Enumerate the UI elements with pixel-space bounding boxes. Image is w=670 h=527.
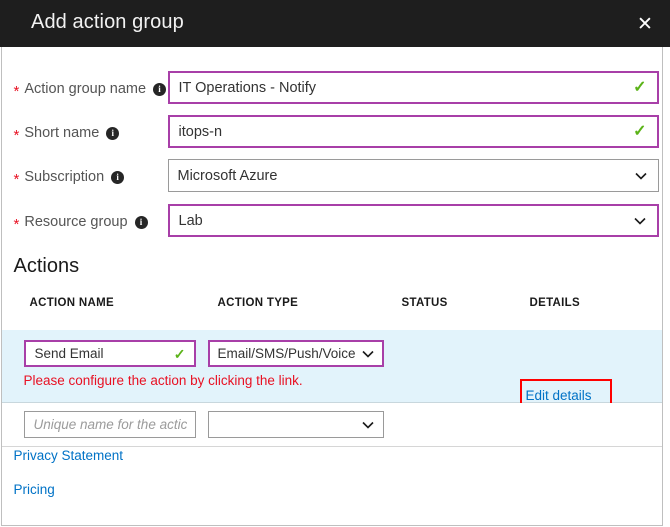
select-value: Email/SMS/Push/Voice: [210, 346, 356, 361]
field-label-text: Subscription: [24, 169, 104, 185]
input-placeholder: Unique name for the actic: [25, 417, 188, 432]
field-label-text: Resource group: [24, 214, 127, 230]
required-asterisk-icon: *: [14, 128, 20, 143]
info-icon[interactable]: i: [106, 127, 119, 140]
input-value: itops-n: [170, 124, 223, 140]
column-header-status: STATUS: [402, 297, 448, 309]
field-row-subscription: * Subscription i Microsoft Azure: [2, 159, 664, 195]
field-label-text: Short name: [24, 125, 99, 141]
input-short-name[interactable]: itops-n ✓: [168, 115, 659, 148]
chevron-down-icon: [362, 419, 374, 431]
titlebar: Add action group ✕: [0, 0, 670, 47]
label-action-group-name: * Action group name i: [14, 71, 167, 107]
edit-details-link[interactable]: Edit details: [526, 388, 592, 403]
add-action-group-blade: Add action group ✕ * Action group name i…: [0, 0, 670, 527]
field-row-resource-group: * Resource group i Lab: [2, 204, 664, 240]
close-icon[interactable]: ✕: [630, 9, 660, 39]
valid-check-icon: ✓: [174, 347, 186, 361]
label-short-name: * Short name i: [14, 115, 120, 151]
valid-check-icon: ✓: [633, 80, 646, 96]
field-row-action-group-name: * Action group name i IT Operations - No…: [2, 71, 664, 107]
info-icon[interactable]: i: [111, 171, 124, 184]
label-resource-group: * Resource group i: [14, 204, 148, 240]
required-asterisk-icon: *: [14, 217, 20, 232]
pricing-link[interactable]: Pricing: [14, 482, 55, 497]
chevron-down-icon: [634, 215, 646, 227]
chevron-down-icon: [635, 170, 647, 182]
select-value: Microsoft Azure: [169, 168, 278, 184]
field-row-short-name: * Short name i itops-n ✓: [2, 115, 664, 151]
select-new-action-type[interactable]: [208, 411, 384, 438]
actions-section-title: Actions: [14, 255, 80, 278]
column-header-action-name: ACTION NAME: [30, 297, 114, 309]
page-title: Add action group: [31, 11, 184, 34]
input-action-name[interactable]: Send Email ✓: [24, 340, 196, 367]
field-label-text: Action group name: [24, 81, 146, 97]
actions-table-header: ACTION NAME ACTION TYPE STATUS DETAILS: [2, 295, 662, 331]
select-subscription[interactable]: Microsoft Azure: [168, 159, 659, 192]
info-icon[interactable]: i: [135, 216, 148, 229]
input-value: Send Email: [26, 346, 104, 361]
select-action-type[interactable]: Email/SMS/Push/Voice: [208, 340, 384, 367]
info-icon[interactable]: i: [153, 83, 166, 96]
label-subscription: * Subscription i: [14, 159, 125, 195]
required-asterisk-icon: *: [14, 172, 20, 187]
blade-body: * Action group name i IT Operations - No…: [1, 47, 663, 526]
column-header-details: DETAILS: [530, 297, 580, 309]
input-value: IT Operations - Notify: [170, 80, 317, 96]
chevron-down-icon: [362, 348, 374, 360]
validation-message: Please configure the action by clicking …: [24, 373, 303, 388]
input-action-group-name[interactable]: IT Operations - Notify ✓: [168, 71, 659, 104]
table-row-new: Unique name for the actic: [2, 403, 662, 447]
valid-check-icon: ✓: [633, 124, 646, 140]
input-new-action-name[interactable]: Unique name for the actic: [24, 411, 196, 438]
column-header-action-type: ACTION TYPE: [218, 297, 299, 309]
select-resource-group[interactable]: Lab: [168, 204, 659, 237]
required-asterisk-icon: *: [14, 84, 20, 99]
privacy-statement-link[interactable]: Privacy Statement: [14, 448, 124, 463]
select-value: Lab: [170, 213, 203, 229]
